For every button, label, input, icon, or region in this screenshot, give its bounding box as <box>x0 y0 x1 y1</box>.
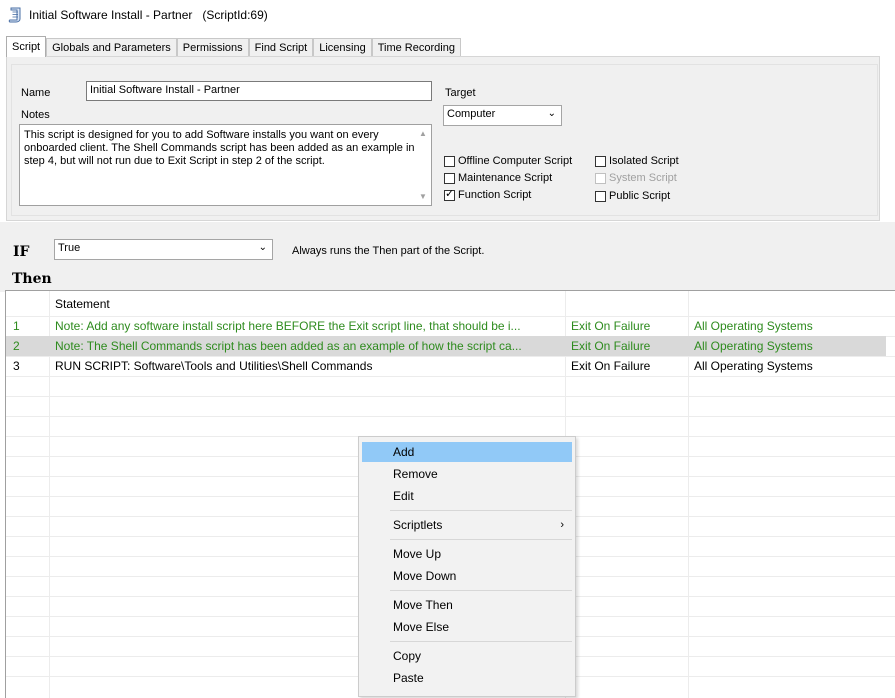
target-select[interactable]: Computer ⌄ <box>443 105 562 126</box>
menu-item-copy[interactable]: Copy <box>362 646 572 666</box>
row-on-failure: Exit On Failure <box>571 339 651 353</box>
menu-item-move-down[interactable]: Move Down <box>362 566 572 586</box>
checkbox-box[interactable] <box>595 190 606 202</box>
menu-separator <box>390 641 572 642</box>
script-id: (ScriptId:69) <box>202 8 268 22</box>
row-statement: Note: The Shell Commands script has been… <box>55 339 522 353</box>
if-condition-select[interactable]: True ⌄ <box>54 239 273 260</box>
notes-textarea[interactable]: This script is designed for you to add S… <box>19 124 432 206</box>
menu-separator <box>390 590 572 591</box>
if-condition-value: True <box>58 242 81 254</box>
offline-computer-script-checkbox[interactable]: Offline Computer Script <box>444 155 572 167</box>
public-script-checkbox[interactable]: Public Script <box>595 190 670 202</box>
tab-script[interactable]: Script <box>6 36 47 57</box>
target-value: Computer <box>447 108 496 120</box>
row-os: All Operating Systems <box>694 339 813 353</box>
checkbox-box[interactable] <box>444 155 455 167</box>
menu-item-add[interactable]: Add <box>362 442 572 462</box>
maintenance-script-checkbox[interactable]: Maintenance Script <box>444 172 552 184</box>
checkbox-label: Offline Computer Script <box>458 155 573 167</box>
row-on-failure: Exit On Failure <box>571 359 651 373</box>
table-row[interactable]: 2 Note: The Shell Commands script has be… <box>6 336 886 356</box>
checkbox-box[interactable]: ✓ <box>444 187 455 201</box>
tab-strip: Script Globals and Parameters Permission… <box>6 36 461 57</box>
scroll-up-icon[interactable]: ▲ <box>419 127 427 140</box>
row-os: All Operating Systems <box>694 319 813 333</box>
notes-label: Notes <box>21 109 50 121</box>
script-scroll-icon <box>8 7 21 23</box>
menu-item-edit[interactable]: Edit <box>362 486 572 506</box>
checkbox-label: Maintenance Script <box>458 172 553 184</box>
target-label: Target <box>445 87 476 99</box>
menu-item-scriptlets[interactable]: Scriptlets › <box>362 515 572 535</box>
table-row[interactable]: 3 RUN SCRIPT: Software\Tools and Utiliti… <box>6 356 886 376</box>
row-number: 2 <box>13 339 20 353</box>
row-number: 1 <box>13 319 20 333</box>
checkbox-label: System Script <box>609 172 677 184</box>
menu-item-paste[interactable]: Paste <box>362 668 572 688</box>
function-script-checkbox[interactable]: ✓ Function Script <box>444 187 532 201</box>
checkbox-box[interactable] <box>595 155 606 167</box>
column-header-statement[interactable]: Statement <box>55 297 110 311</box>
menu-separator <box>390 510 572 511</box>
menu-item-remove[interactable]: Remove <box>362 464 572 484</box>
chevron-down-icon: ⌄ <box>547 108 556 119</box>
if-description: Always runs the Then part of the Script. <box>292 245 485 257</box>
notes-scrollbar[interactable]: ▲ ▼ <box>417 125 431 205</box>
chevron-right-icon: › <box>560 519 564 531</box>
checkbox-box <box>595 172 606 184</box>
notes-text: This script is designed for you to add S… <box>24 129 415 167</box>
row-statement: RUN SCRIPT: Software\Tools and Utilities… <box>55 359 373 373</box>
tab-globals-and-parameters[interactable]: Globals and Parameters <box>46 38 177 57</box>
table-row[interactable]: 1 Note: Add any software install script … <box>6 316 886 336</box>
checkmark-icon: ✓ <box>445 187 455 200</box>
row-os: All Operating Systems <box>694 359 813 373</box>
window-title: Initial Software Install - Partner (Scrip… <box>29 8 268 22</box>
row-on-failure: Exit On Failure <box>571 319 651 333</box>
menu-separator <box>390 539 572 540</box>
menu-item-scriptlets-label: Scriptlets <box>393 518 443 532</box>
checkbox-label: Isolated Script <box>609 155 679 167</box>
context-menu: Add Remove Edit Scriptlets › Move Up Mov… <box>358 436 576 697</box>
menu-item-move-else[interactable]: Move Else <box>362 617 572 637</box>
menu-item-move-then[interactable]: Move Then <box>362 595 572 615</box>
then-label: Then <box>12 271 52 287</box>
isolated-script-checkbox[interactable]: Isolated Script <box>595 155 679 167</box>
tab-licensing[interactable]: Licensing <box>313 38 372 57</box>
row-statement: Note: Add any software install script he… <box>55 319 521 333</box>
scroll-down-icon[interactable]: ▼ <box>419 190 427 203</box>
if-label: IF <box>13 244 30 260</box>
system-script-checkbox: System Script <box>595 172 677 184</box>
row-number: 3 <box>13 359 20 373</box>
tab-find-script[interactable]: Find Script <box>248 38 314 57</box>
checkbox-label: Public Script <box>609 190 671 202</box>
checkbox-box[interactable] <box>444 172 455 184</box>
name-label: Name <box>21 87 51 99</box>
chevron-down-icon: ⌄ <box>258 242 267 253</box>
checkbox-label: Function Script <box>458 189 532 201</box>
script-title: Initial Software Install - Partner <box>29 8 193 22</box>
name-input[interactable]: Initial Software Install - Partner <box>86 81 432 101</box>
tab-permissions[interactable]: Permissions <box>176 38 249 57</box>
menu-item-move-up[interactable]: Move Up <box>362 544 572 564</box>
tab-time-recording[interactable]: Time Recording <box>371 38 461 57</box>
